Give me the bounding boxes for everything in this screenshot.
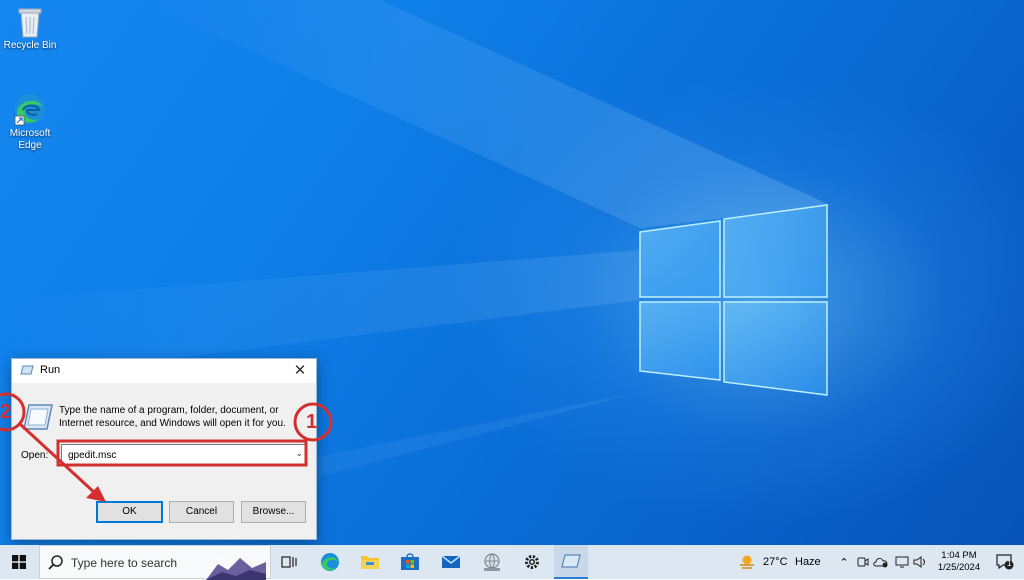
- speaker-icon: [913, 556, 925, 568]
- task-view-icon: [281, 556, 297, 568]
- tray-network[interactable]: [894, 545, 910, 579]
- run-dialog-body: Type the name of a program, folder, docu…: [12, 383, 316, 539]
- run-dialog-titlebar[interactable]: Run ✕: [12, 359, 316, 383]
- run-program-icon: [23, 404, 53, 430]
- taskbar-clock[interactable]: 1:04 PM 1/25/2024: [930, 550, 988, 574]
- weather-widget-icon-wrap[interactable]: [737, 545, 757, 579]
- settings-icon: [525, 555, 539, 569]
- search-icon: [48, 555, 63, 570]
- cancel-button[interactable]: Cancel: [169, 501, 234, 523]
- taskbar-search[interactable]: Type here to search: [39, 545, 271, 580]
- taskbar-mail[interactable]: [437, 545, 465, 579]
- tray-onedrive[interactable]: [873, 545, 889, 579]
- step-1-label: 1: [306, 411, 318, 433]
- weather-temperature[interactable]: 27°C: [763, 556, 788, 568]
- desktop-icon-label: Recycle Bin: [3, 40, 57, 51]
- network-icon: [484, 553, 500, 571]
- network-monitor-icon: [895, 556, 909, 568]
- microsoft-store-icon: [401, 553, 419, 570]
- desktop-icon-label-line2: Edge: [18, 140, 42, 151]
- chevron-up-icon: ⌃: [839, 556, 849, 569]
- tray-meet-now[interactable]: [856, 545, 870, 579]
- ok-button[interactable]: OK: [96, 501, 163, 523]
- desktop-icon-edge[interactable]: Microsoft Edge: [0, 92, 60, 152]
- clock-time: 1:04 PM: [941, 550, 977, 561]
- notification-center-button[interactable]: 1: [993, 545, 1017, 579]
- taskbar-run-active[interactable]: [554, 545, 588, 579]
- file-explorer-icon: [361, 556, 379, 569]
- taskbar-network-app[interactable]: [478, 545, 506, 579]
- recycle-bin-icon: [18, 8, 42, 38]
- mail-icon: [441, 555, 461, 568]
- meet-icon: [857, 557, 869, 567]
- close-button[interactable]: ✕: [290, 361, 310, 381]
- close-icon: ✕: [293, 362, 307, 379]
- taskbar: Type here to search 27°C Haze ⌃ 1:04 PM …: [0, 545, 1024, 580]
- open-combobox[interactable]: ⌄: [61, 444, 307, 466]
- tray-volume[interactable]: [912, 545, 928, 579]
- taskbar-edge[interactable]: [316, 545, 344, 579]
- run-dialog-buttonbar: OK Cancel Browse...: [12, 487, 316, 539]
- run-dialog-description: Type the name of a program, folder, docu…: [59, 405, 286, 429]
- desktop-icon-recycle-bin[interactable]: Recycle Bin: [0, 6, 60, 52]
- windows-start-icon: [12, 555, 26, 569]
- taskbar-microsoft-store[interactable]: [396, 545, 424, 579]
- browse-button[interactable]: Browse...: [241, 501, 306, 523]
- desktop-icon-label-line1: Microsoft: [9, 128, 51, 139]
- edge-icon: [14, 94, 45, 126]
- weather-haze-icon: [740, 555, 754, 569]
- onedrive-cloud-icon: [873, 558, 888, 568]
- notification-count: 1: [1007, 559, 1012, 568]
- step-2-label: 2: [0, 401, 12, 423]
- chevron-down-icon[interactable]: ⌄: [295, 448, 303, 459]
- taskbar-settings[interactable]: [518, 545, 546, 579]
- taskbar-file-explorer[interactable]: [356, 545, 384, 579]
- task-view-button[interactable]: [276, 545, 302, 579]
- run-dialog-title: Run: [40, 364, 61, 376]
- search-highlight-art: [206, 554, 266, 580]
- edge-icon: [321, 553, 339, 571]
- open-label: Open:: [21, 450, 49, 461]
- run-icon: [561, 554, 581, 568]
- clock-date: 1/25/2024: [937, 562, 981, 573]
- start-button[interactable]: [0, 545, 38, 579]
- search-placeholder: Type here to search: [71, 556, 178, 570]
- run-dialog: Run ✕ Type the name of a program, folder…: [11, 358, 317, 540]
- show-hidden-icons-button[interactable]: ⌃: [837, 545, 851, 579]
- weather-description[interactable]: Haze: [795, 556, 821, 568]
- desktop: Recycle Bin Microsoft Edge Run ✕ Type th…: [0, 0, 1024, 545]
- run-icon: [20, 365, 34, 375]
- windows-logo: [639, 220, 721, 298]
- open-input[interactable]: [66, 446, 286, 464]
